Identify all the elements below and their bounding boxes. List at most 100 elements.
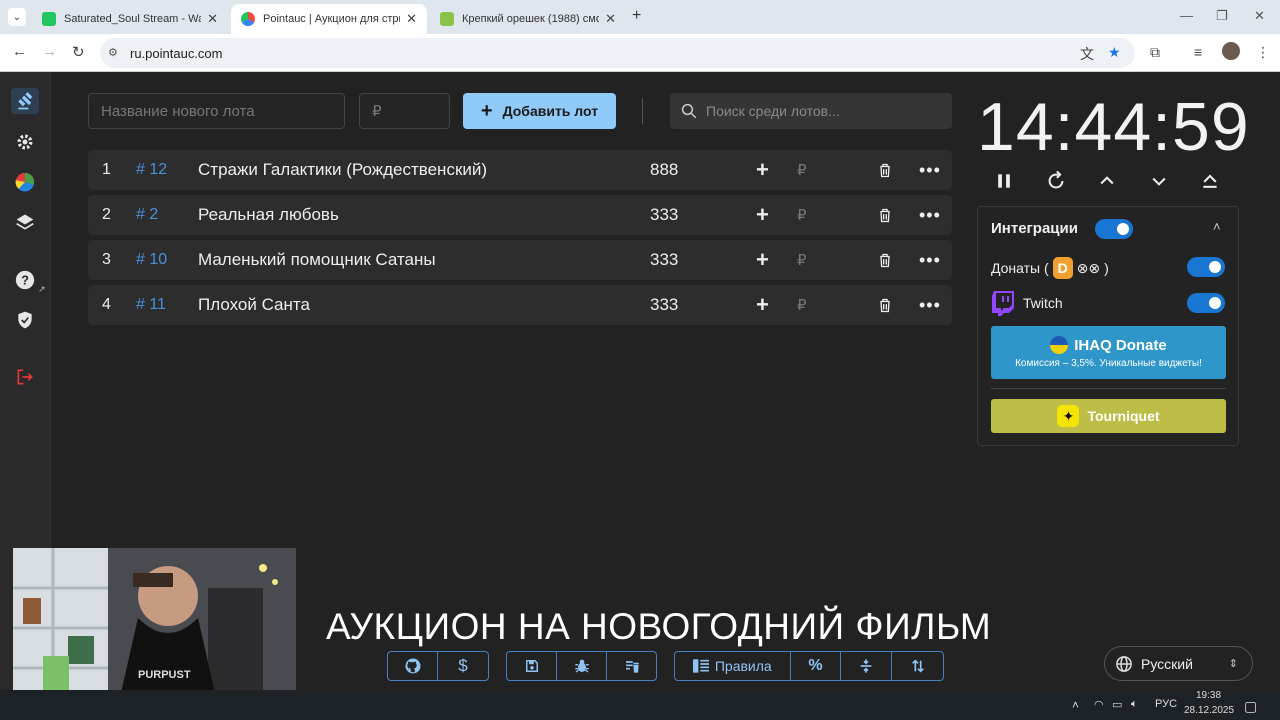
tourniquet-button[interactable]: ✦ Tourniquet xyxy=(991,399,1226,433)
profile-avatar[interactable] xyxy=(1222,42,1240,60)
close-tab-icon[interactable]: ✕ xyxy=(605,11,616,27)
collapse-chevron-icon[interactable]: ˄ xyxy=(1213,219,1221,234)
clock-time[interactable]: 19:38 xyxy=(1196,690,1221,701)
lot-name[interactable]: Реальная любовь xyxy=(198,205,339,225)
close-tab-icon[interactable]: ✕ xyxy=(406,11,417,27)
layers-icon[interactable] xyxy=(12,209,38,235)
bookmark-star-icon[interactable]: ★ xyxy=(1108,44,1121,61)
percent-icon[interactable]: % xyxy=(791,652,842,680)
browser-tab-1[interactable]: Saturated_Soul Stream - Watch ✕ xyxy=(32,4,228,34)
donations-toggle[interactable] xyxy=(1187,257,1225,277)
more-options-icon[interactable]: ••• xyxy=(919,250,941,271)
footer-group-tools xyxy=(506,651,657,681)
more-options-icon[interactable]: ••• xyxy=(919,160,941,181)
kick-favicon-icon xyxy=(42,12,56,26)
github-icon[interactable] xyxy=(388,652,438,680)
browser-tab-3[interactable]: Крепкий орешек (1988) смотр ✕ xyxy=(430,4,626,34)
delete-trash-icon[interactable] xyxy=(877,252,893,269)
chevron-down-icon[interactable] xyxy=(1146,168,1172,194)
site-info-icon[interactable]: ⚙ xyxy=(108,46,122,60)
lot-amount[interactable]: 333 xyxy=(650,250,678,270)
media-control-icon[interactable]: ≡ xyxy=(1194,44,1202,60)
ihaq-donate-button[interactable]: IHAQ Donate Комиссия – 3,5%. Уникальные … xyxy=(991,326,1226,379)
lot-amount[interactable]: 888 xyxy=(650,160,678,180)
volume-icon[interactable]: 🔈︎ xyxy=(1131,698,1138,711)
footer-group-rules: Правила % xyxy=(674,651,944,681)
settings-gear-icon[interactable] xyxy=(12,129,38,155)
extra-amount-input[interactable]: ₽ xyxy=(797,296,807,314)
language-select[interactable]: Русский ⇕ xyxy=(1104,646,1253,681)
input-language[interactable]: РУС xyxy=(1155,698,1177,710)
translate-icon[interactable]: 文 xyxy=(1080,44,1094,64)
clock-date[interactable]: 28.12.2025 xyxy=(1184,705,1234,716)
compress-icon[interactable] xyxy=(841,652,893,680)
sort-icon[interactable] xyxy=(892,652,943,680)
lot-amount[interactable]: 333 xyxy=(650,295,678,315)
rules-icon xyxy=(692,659,709,673)
extra-amount-input[interactable]: ₽ xyxy=(797,251,807,269)
browser-tab-2[interactable]: Pointauc | Аукцион для стриме ✕ xyxy=(231,4,427,34)
add-lot-button[interactable]: + Добавить лот xyxy=(463,93,616,129)
tray-chevron-icon[interactable]: ˄ xyxy=(1072,698,1079,712)
battery-icon[interactable]: ▭ xyxy=(1112,698,1122,711)
auction-gavel-icon[interactable] xyxy=(11,88,39,114)
lot-row: 4 # 11 Плохой Санта 333 + ₽ ••• xyxy=(88,285,952,325)
external-link-icon: ↗ xyxy=(38,284,46,294)
wheel-pie-icon[interactable] xyxy=(12,169,38,195)
rules-button[interactable]: Правила xyxy=(675,652,791,680)
more-options-icon[interactable]: ••• xyxy=(919,205,941,226)
browser-menu-icon[interactable]: ⋮ xyxy=(1256,44,1270,61)
reset-timer-icon[interactable] xyxy=(1043,168,1069,194)
lot-name[interactable]: Маленький помощник Сатаны xyxy=(198,250,436,270)
forward-icon[interactable]: → xyxy=(42,43,57,60)
donate-dollar-icon[interactable]: $ xyxy=(438,652,488,680)
lot-amount[interactable]: 333 xyxy=(650,205,678,225)
new-tab-button[interactable]: + xyxy=(632,7,641,25)
shield-check-icon[interactable] xyxy=(12,307,38,333)
wifi-icon[interactable]: ◠ xyxy=(1094,698,1104,711)
webcam-overlay: PURPUST xyxy=(13,548,296,706)
close-window-icon[interactable]: ✕ xyxy=(1254,8,1265,24)
save-icon[interactable] xyxy=(507,652,557,680)
toolbar-divider xyxy=(642,98,643,124)
tab-search-button[interactable]: ⌄ xyxy=(8,8,26,26)
close-tab-icon[interactable]: ✕ xyxy=(207,11,218,27)
double-up-icon[interactable] xyxy=(1197,168,1223,194)
lot-search-input[interactable] xyxy=(706,103,936,119)
lot-search-field[interactable] xyxy=(670,93,952,129)
help-icon[interactable]: ? xyxy=(12,267,38,293)
lot-amount-field[interactable] xyxy=(359,93,450,129)
lot-name-input[interactable] xyxy=(101,102,344,120)
integrations-toggle[interactable] xyxy=(1095,219,1133,239)
more-options-icon[interactable]: ••• xyxy=(919,295,941,316)
bug-report-icon[interactable] xyxy=(557,652,607,680)
lot-amount-input[interactable] xyxy=(372,102,449,120)
clear-lots-icon[interactable] xyxy=(607,652,656,680)
minimize-icon[interactable]: — xyxy=(1180,8,1193,23)
lot-name-field[interactable] xyxy=(88,93,345,129)
address-toolbar: ← → ↻ ⚙ ru.pointauc.com 文 ★ ⧉ ≡ ⋮ xyxy=(0,34,1280,72)
pause-icon[interactable] xyxy=(991,168,1017,194)
add-amount-button[interactable]: + xyxy=(756,202,769,228)
reload-icon[interactable]: ↻ xyxy=(72,43,85,61)
lot-name[interactable]: Плохой Санта xyxy=(198,295,310,315)
restore-icon[interactable]: ❐ xyxy=(1216,8,1228,24)
select-arrows-icon: ⇕ xyxy=(1228,658,1238,670)
delete-trash-icon[interactable] xyxy=(877,162,893,179)
chevron-up-icon[interactable] xyxy=(1094,168,1120,194)
auction-timer: 14:44:59 xyxy=(977,89,1250,165)
extra-amount-input[interactable]: ₽ xyxy=(797,161,807,179)
add-amount-button[interactable]: + xyxy=(756,292,769,318)
add-amount-button[interactable]: + xyxy=(756,157,769,183)
twitch-toggle[interactable] xyxy=(1187,293,1225,313)
notifications-icon[interactable]: ▢ xyxy=(1244,698,1257,715)
extensions-icon[interactable]: ⧉ xyxy=(1150,44,1160,61)
delete-trash-icon[interactable] xyxy=(877,297,893,314)
url-bar[interactable]: ⚙ ru.pointauc.com xyxy=(100,38,1135,68)
logout-icon[interactable] xyxy=(12,364,38,390)
delete-trash-icon[interactable] xyxy=(877,207,893,224)
lot-name[interactable]: Стражи Галактики (Рождественский) xyxy=(198,160,487,180)
back-icon[interactable]: ← xyxy=(12,43,27,60)
extra-amount-input[interactable]: ₽ xyxy=(797,206,807,224)
add-amount-button[interactable]: + xyxy=(756,247,769,273)
